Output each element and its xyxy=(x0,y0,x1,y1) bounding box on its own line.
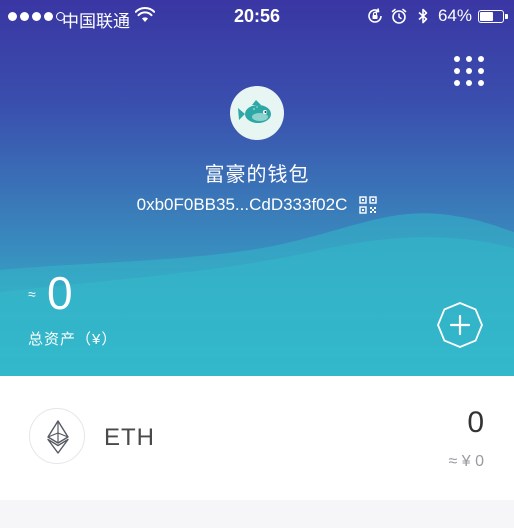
asset-symbol: ETH xyxy=(104,424,155,451)
battery-icon xyxy=(478,9,508,23)
asset-fiat-value: ≈ ¥ 0 xyxy=(448,453,484,470)
add-token-icon[interactable] xyxy=(436,301,484,349)
alarm-icon xyxy=(391,8,407,24)
orientation-lock-icon xyxy=(368,8,382,23)
grid-menu-icon[interactable] xyxy=(454,56,484,86)
total-assets-label: 总资产（¥） xyxy=(28,331,118,348)
approx-symbol: ≈ xyxy=(28,286,36,302)
fish-avatar-icon[interactable] xyxy=(230,86,284,140)
wallet-address-row[interactable]: 0xb0F0BB35...CdD333f02C xyxy=(0,195,514,215)
ethereum-icon xyxy=(29,408,85,464)
battery-percent: 64% xyxy=(437,6,472,25)
qr-code-icon[interactable] xyxy=(359,196,378,214)
wallet-header: 中国联通 20:56 64% 富豪的钱包 0xb0F0BB35...CdD333… xyxy=(0,0,514,376)
battery-level-fill xyxy=(480,11,493,21)
status-bar: 中国联通 20:56 64% xyxy=(0,0,514,34)
bluetooth-icon xyxy=(418,8,428,24)
wallet-screen: 中国联通 20:56 64% 富豪的钱包 0xb0F0BB35...CdD333… xyxy=(0,0,514,528)
status-right-group: 64% xyxy=(366,5,508,27)
asset-amount: 0 xyxy=(467,406,484,439)
wallet-address[interactable]: 0xb0F0BB35...CdD333f02C xyxy=(137,195,348,215)
wallet-name[interactable]: 富豪的钱包 xyxy=(0,158,514,187)
asset-list: ETH 0 ≈ ¥ 0 xyxy=(0,376,514,528)
total-assets-value: 0 xyxy=(47,267,73,319)
asset-row-eth[interactable]: ETH 0 ≈ ¥ 0 xyxy=(0,376,514,500)
